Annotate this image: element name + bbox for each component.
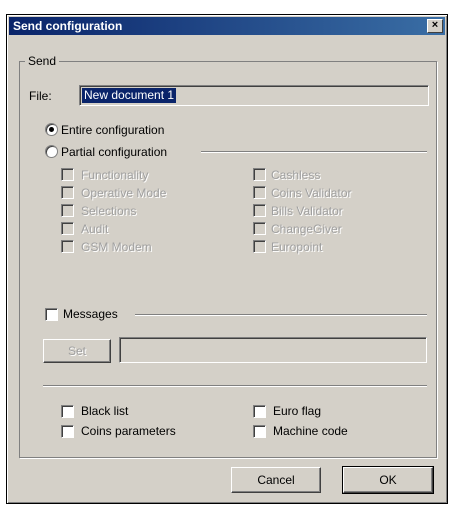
coins-parameters-label: Coins parameters xyxy=(81,424,176,438)
gsm-modem-label: GSM Modem xyxy=(81,240,152,254)
title-bar: Send configuration × xyxy=(9,17,445,35)
close-icon[interactable]: × xyxy=(427,19,443,33)
cashless-label: Cashless xyxy=(271,168,321,182)
messages-checkbox[interactable] xyxy=(45,308,58,321)
file-label: File: xyxy=(29,89,52,103)
machine-code-label: Machine code xyxy=(273,424,348,438)
radio-selected-dot xyxy=(49,127,54,132)
selections-label: Selections xyxy=(81,204,137,218)
audit-checkbox[interactable] xyxy=(61,222,74,235)
euro-flag-checkbox[interactable] xyxy=(253,405,266,418)
black-list-checkbox[interactable] xyxy=(61,405,74,418)
send-group-label: Send xyxy=(25,54,60,68)
cancel-button[interactable]: Cancel xyxy=(231,467,321,493)
send-groupbox xyxy=(19,61,437,458)
bills-validator-checkbox[interactable] xyxy=(253,204,266,217)
operative-mode-checkbox[interactable] xyxy=(61,186,74,199)
partial-configuration-radio[interactable] xyxy=(45,145,58,158)
coins-validator-checkbox[interactable] xyxy=(253,186,266,199)
changegiver-checkbox[interactable] xyxy=(253,222,266,235)
audit-label: Audit xyxy=(81,222,109,236)
coins-parameters-checkbox[interactable] xyxy=(61,425,74,438)
window-title: Send configuration xyxy=(13,19,123,33)
euro-flag-label: Euro flag xyxy=(273,404,322,418)
coins-validator-label: Coins Validator xyxy=(271,186,352,200)
cashless-checkbox[interactable] xyxy=(253,168,266,181)
black-list-label: Black list xyxy=(81,404,129,418)
ok-button[interactable]: OK xyxy=(342,466,434,494)
options-separator xyxy=(43,385,427,387)
send-configuration-dialog: Send configuration × Send File: New docu… xyxy=(6,14,448,504)
selections-checkbox[interactable] xyxy=(61,204,74,217)
machine-code-checkbox[interactable] xyxy=(253,425,266,438)
file-field[interactable]: New document 1 xyxy=(79,85,429,106)
functionality-checkbox[interactable] xyxy=(61,168,74,181)
entire-configuration-label: Entire configuration xyxy=(61,123,165,137)
messages-separator xyxy=(135,314,427,316)
functionality-label: Functionality xyxy=(81,168,149,182)
operative-mode-label: Operative Mode xyxy=(81,186,167,200)
partial-separator xyxy=(201,151,427,153)
messages-field[interactable] xyxy=(119,337,427,363)
partial-configuration-label: Partial configuration xyxy=(61,145,168,159)
messages-label: Messages xyxy=(63,307,118,321)
entire-configuration-radio[interactable] xyxy=(45,123,58,136)
file-value: New document 1 xyxy=(82,88,177,103)
bills-validator-label: Bills Validator xyxy=(271,204,343,218)
changegiver-label: ChangeGiver xyxy=(271,222,342,236)
gsm-modem-checkbox[interactable] xyxy=(61,240,74,253)
europoint-checkbox[interactable] xyxy=(253,240,266,253)
set-button[interactable]: Set xyxy=(43,339,111,363)
europoint-label: Europoint xyxy=(271,240,323,254)
